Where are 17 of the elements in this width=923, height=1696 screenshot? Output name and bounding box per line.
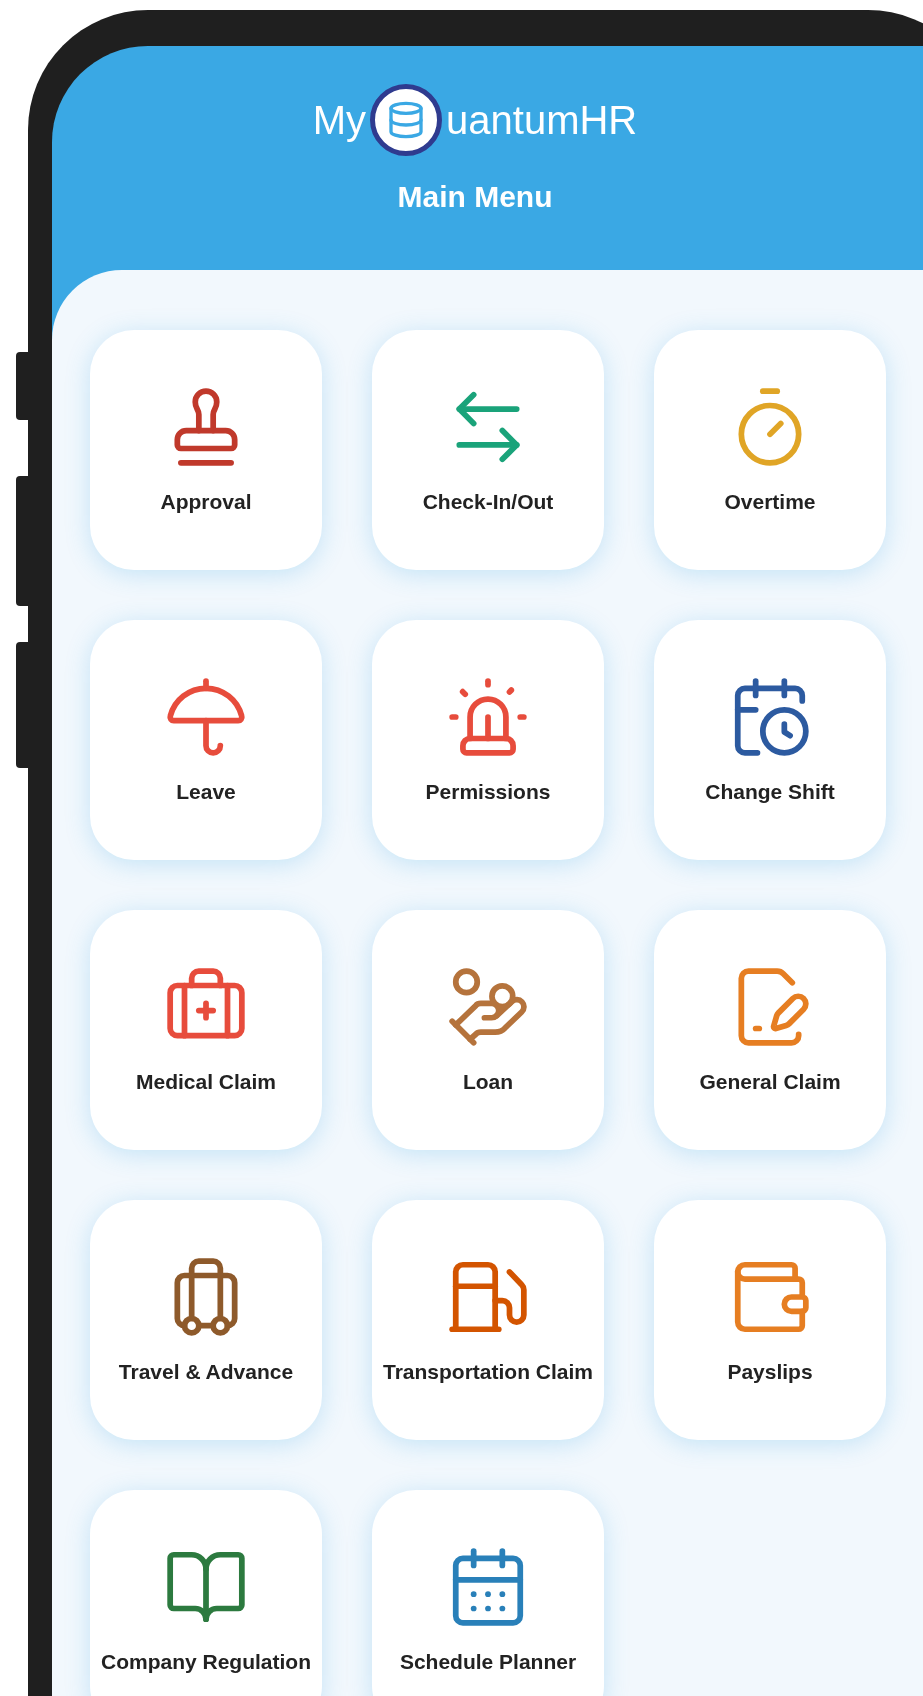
menu-tile[interactable]: Permissions: [372, 620, 604, 860]
menu-tile[interactable]: Payslips: [654, 1200, 886, 1440]
menu-tile[interactable]: Travel & Advance: [90, 1200, 322, 1440]
menu-tile[interactable]: General Claim: [654, 910, 886, 1150]
page-title: Main Menu: [397, 179, 553, 215]
menu-tile[interactable]: Company Regulation: [90, 1490, 322, 1696]
menu-tile[interactable]: Medical Claim: [90, 910, 322, 1150]
menu-tile[interactable]: Approval: [90, 330, 322, 570]
menu-tile[interactable]: Overtime: [654, 330, 886, 570]
logo-text: My: [312, 97, 367, 144]
menu-tile[interactable]: Loan: [372, 910, 604, 1150]
menu-tile[interactable]: Transportation Claim: [372, 1200, 604, 1440]
menu-tile[interactable]: Leave: [90, 620, 322, 860]
menu-tile[interactable]: Schedule Planner: [372, 1490, 604, 1696]
menu-tile[interactable]: Check-In/Out: [372, 330, 604, 570]
menu-tile[interactable]: Change Shift: [654, 620, 886, 860]
logo-text: uantumHR: [446, 97, 638, 144]
